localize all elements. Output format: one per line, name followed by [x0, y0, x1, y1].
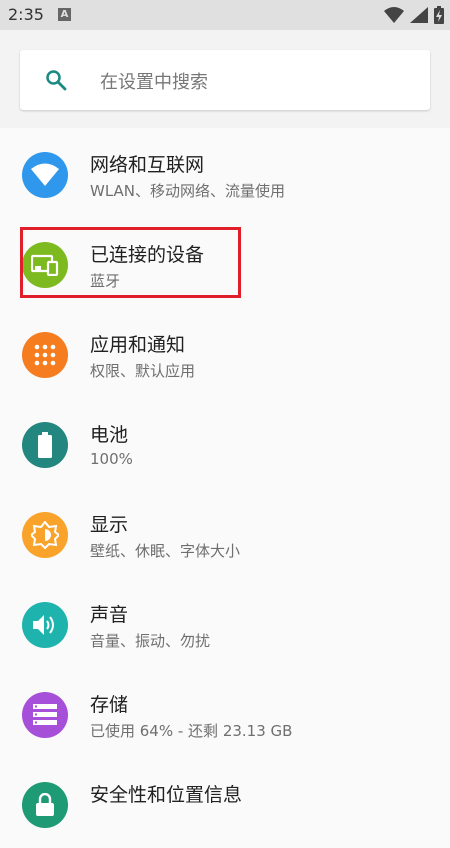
item-title: 应用和通知: [90, 334, 186, 356]
item-subtitle: 权限、默认应用: [90, 362, 196, 380]
item-subtitle: 100%: [90, 450, 133, 468]
item-icon-circle: [22, 152, 68, 198]
settings-item-display[interactable]: 显示 壁纸、休眠、字体大小: [0, 488, 450, 578]
item-title: 网络和互联网: [90, 154, 205, 176]
battery-icon: [38, 432, 52, 458]
item-icon-circle: [22, 332, 68, 378]
settings-item-battery[interactable]: 电池 100%: [0, 398, 450, 488]
signal-icon: [410, 7, 428, 23]
item-title: 安全性和位置信息: [90, 784, 243, 806]
lock-icon: [36, 793, 54, 816]
highlight-box: [20, 227, 241, 298]
search-placeholder: 在设置中搜索: [100, 72, 208, 93]
item-subtitle: WLAN、移动网络、流量使用: [90, 182, 286, 200]
wifi-status-icon: [384, 7, 404, 23]
item-title: 显示: [90, 514, 129, 536]
item-title: 存储: [90, 694, 129, 716]
item-icon-circle: [22, 602, 68, 648]
battery-status-icon: [434, 6, 444, 24]
apps-grid-icon: [34, 344, 56, 366]
item-icon-circle: [22, 512, 68, 558]
search-icon: [46, 70, 67, 91]
notification-icon: A: [58, 8, 71, 21]
settings-item-sound[interactable]: 声音 音量、振动、勿扰: [0, 578, 450, 668]
item-icon-circle: [22, 692, 68, 738]
settings-item-apps-notifications[interactable]: 应用和通知 权限、默认应用: [0, 308, 450, 398]
settings-item-network[interactable]: 网络和互联网 WLAN、移动网络、流量使用: [0, 128, 450, 218]
settings-item-security-location[interactable]: 安全性和位置信息: [0, 758, 450, 848]
item-title: 声音: [90, 604, 129, 626]
item-subtitle: 音量、振动、勿扰: [90, 632, 211, 650]
item-subtitle: 壁纸、休眠、字体大小: [90, 542, 241, 560]
storage-icon: [33, 704, 57, 725]
volume-icon: [33, 615, 54, 635]
search-bar[interactable]: 在设置中搜索: [20, 50, 430, 110]
item-icon-circle: [22, 422, 68, 468]
settings-item-storage[interactable]: 存储 已使用 64% - 还剩 23.13 GB: [0, 668, 450, 758]
status-bar: 2:35 A: [0, 0, 450, 30]
search-area: 在设置中搜索: [0, 30, 450, 128]
item-title: 电池: [90, 424, 129, 446]
item-icon-circle: [22, 782, 68, 828]
item-subtitle: 已使用 64% - 还剩 23.13 GB: [90, 722, 293, 740]
wifi-icon: [31, 163, 59, 186]
status-time: 2:35: [8, 5, 44, 24]
brightness-icon: [31, 521, 59, 549]
